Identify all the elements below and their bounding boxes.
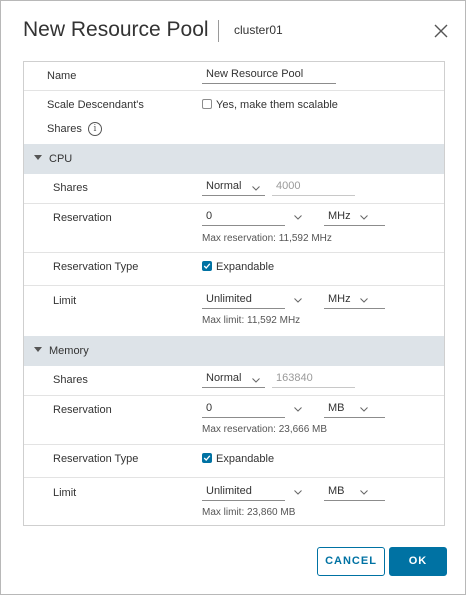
memory-reservation-hint: Max reservation: 23,666 MB bbox=[202, 424, 328, 435]
cpu-reservation-type-label: Reservation Type bbox=[53, 261, 139, 273]
memory-limit-input[interactable]: Unlimited bbox=[202, 484, 285, 501]
title-divider bbox=[218, 20, 219, 42]
cpu-reservation-input[interactable]: 0 bbox=[202, 209, 285, 226]
divider bbox=[24, 252, 444, 253]
divider bbox=[24, 395, 444, 396]
checkmark-icon bbox=[203, 263, 211, 269]
chevron-down-icon[interactable] bbox=[294, 407, 302, 412]
info-icon[interactable]: i bbox=[88, 122, 102, 136]
settings-panel: Name New Resource Pool Scale Descendant'… bbox=[23, 61, 445, 526]
caret-down-icon bbox=[34, 155, 42, 160]
cpu-shares-label: Shares bbox=[53, 182, 88, 194]
dialog-subtitle: cluster01 bbox=[234, 23, 283, 37]
chevron-down-icon bbox=[360, 407, 368, 412]
name-field[interactable]: New Resource Pool bbox=[202, 67, 336, 84]
divider bbox=[24, 90, 444, 91]
chevron-down-icon[interactable] bbox=[294, 298, 302, 303]
divider bbox=[24, 285, 444, 286]
cpu-expandable-checkbox[interactable] bbox=[202, 261, 212, 271]
name-label: Name bbox=[47, 70, 77, 82]
divider bbox=[24, 477, 444, 478]
chevron-down-icon bbox=[360, 298, 368, 303]
cpu-limit-input[interactable]: Unlimited bbox=[202, 292, 285, 309]
cpu-limit-unit-select[interactable]: MHz bbox=[324, 292, 385, 309]
chevron-down-icon bbox=[252, 378, 260, 383]
chevron-down-icon[interactable] bbox=[294, 215, 302, 220]
chevron-down-icon bbox=[360, 490, 368, 495]
dialog-title: New Resource Pool bbox=[23, 18, 209, 41]
cpu-reservation-hint: Max reservation: 11,592 MHz bbox=[202, 233, 332, 244]
chevron-down-icon[interactable] bbox=[294, 490, 302, 495]
caret-down-icon bbox=[34, 347, 42, 352]
checkmark-icon bbox=[203, 455, 211, 461]
cpu-section-label: CPU bbox=[49, 153, 73, 165]
divider bbox=[24, 444, 444, 445]
memory-reservation-type-label: Reservation Type bbox=[53, 453, 139, 465]
divider bbox=[24, 203, 444, 204]
shares-label: Shares bbox=[47, 123, 82, 135]
cpu-section-header[interactable]: CPU bbox=[24, 144, 444, 174]
memory-limit-label: Limit bbox=[53, 487, 77, 499]
cpu-expandable-label[interactable]: Expandable bbox=[216, 261, 274, 273]
memory-section-label: Memory bbox=[49, 345, 89, 357]
cpu-limit-label: Limit bbox=[53, 295, 77, 307]
close-icon[interactable] bbox=[431, 21, 451, 41]
ok-button[interactable]: OK bbox=[389, 547, 447, 576]
cancel-button[interactable]: CANCEL bbox=[317, 547, 385, 576]
scale-descendants-label: Scale Descendant's bbox=[47, 99, 144, 111]
memory-limit-hint: Max limit: 23,860 MB bbox=[202, 507, 296, 518]
new-resource-pool-dialog: New Resource Pool cluster01 Name New Res… bbox=[0, 0, 466, 595]
memory-shares-label: Shares bbox=[53, 374, 88, 386]
cpu-reservation-unit-select[interactable]: MHz bbox=[324, 209, 385, 226]
cpu-limit-hint: Max limit: 11,592 MHz bbox=[202, 315, 301, 326]
scalable-checkbox-label[interactable]: Yes, make them scalable bbox=[216, 99, 338, 111]
memory-limit-unit-select[interactable]: MB bbox=[324, 484, 385, 501]
memory-reservation-label: Reservation bbox=[53, 404, 112, 416]
memory-expandable-checkbox[interactable] bbox=[202, 453, 212, 463]
cpu-shares-value: 4000 bbox=[272, 179, 355, 196]
memory-reservation-unit-select[interactable]: MB bbox=[324, 401, 385, 418]
chevron-down-icon bbox=[252, 186, 260, 191]
dialog-header: New Resource Pool cluster01 bbox=[1, 1, 466, 61]
cpu-reservation-label: Reservation bbox=[53, 212, 112, 224]
memory-section-header[interactable]: Memory bbox=[24, 336, 444, 366]
memory-reservation-input[interactable]: 0 bbox=[202, 401, 285, 418]
memory-expandable-label[interactable]: Expandable bbox=[216, 453, 274, 465]
memory-shares-value: 163840 bbox=[272, 371, 355, 388]
chevron-down-icon bbox=[360, 215, 368, 220]
scalable-checkbox[interactable] bbox=[202, 99, 212, 109]
